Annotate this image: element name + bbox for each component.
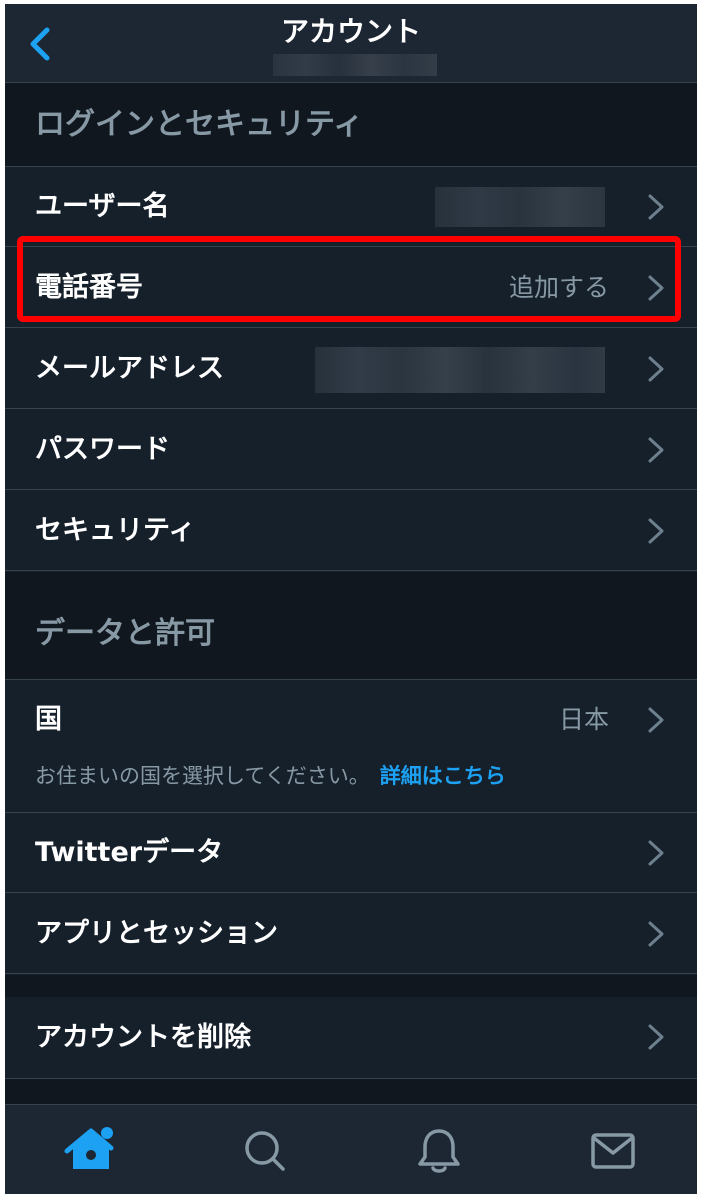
page-title: アカウント <box>280 15 421 48</box>
home-icon <box>64 1127 114 1169</box>
section-header-data-permissions: データと許可 <box>5 572 697 680</box>
row-label: アカウントを削除 <box>35 1022 251 1053</box>
tab-messages[interactable] <box>585 1123 641 1179</box>
row-label: Twitterデータ <box>35 837 224 868</box>
row-delete-account[interactable]: アカウントを削除 <box>5 997 697 1079</box>
section-header-login-security: ログインとセキュリティ <box>5 83 697 167</box>
chevron-right-icon <box>648 1024 664 1050</box>
row-label: 国 <box>35 704 62 735</box>
row-username[interactable]: ユーザー名 <box>5 167 697 247</box>
country-description-text: お住まいの国を選択してください。 <box>35 764 370 788</box>
row-password[interactable]: パスワード <box>5 410 697 490</box>
chevron-right-icon <box>648 840 664 866</box>
tab-search[interactable] <box>237 1123 293 1179</box>
mail-icon <box>591 1133 635 1169</box>
email-value-redacted <box>315 347 605 393</box>
username-subtitle-redacted <box>273 54 437 76</box>
row-country[interactable]: 国 日本 <box>5 680 697 813</box>
search-icon <box>245 1131 285 1171</box>
row-label: セキュリティ <box>35 515 196 546</box>
learn-more-link[interactable]: 詳細はこちら <box>380 764 506 788</box>
row-label: アプリとセッション <box>35 918 278 949</box>
row-email-address[interactable]: メールアドレス <box>5 329 697 409</box>
section-spacer <box>5 975 697 997</box>
chevron-right-icon <box>648 275 664 301</box>
row-apps-sessions[interactable]: アプリとセッション <box>5 894 697 974</box>
chevron-right-icon <box>648 921 664 947</box>
row-value: 追加する <box>508 273 609 302</box>
chevron-right-icon <box>648 518 664 544</box>
row-label: 電話番号 <box>35 272 143 303</box>
chevron-right-icon <box>648 707 664 733</box>
chevron-right-icon <box>648 194 664 220</box>
row-phone-number[interactable]: 電話番号 追加する <box>5 248 697 328</box>
section-spacer <box>5 1079 697 1104</box>
bell-icon <box>418 1129 460 1173</box>
country-description: お住まいの国を選択してください。 詳細はこちら <box>35 760 506 790</box>
tab-bar <box>5 1104 697 1194</box>
navigation-bar: アカウント <box>5 4 697 83</box>
account-screen: アカウント ログインとセキュリティ ユーザー名 電話番号 追加する メールアドレ… <box>5 4 697 1194</box>
row-label: パスワード <box>35 434 170 465</box>
chevron-right-icon <box>648 437 664 463</box>
row-label: ユーザー名 <box>35 191 170 222</box>
row-security[interactable]: セキュリティ <box>5 491 697 571</box>
username-value-redacted <box>435 187 605 227</box>
tab-notifications[interactable] <box>411 1123 467 1179</box>
chevron-right-icon <box>648 356 664 382</box>
row-label: メールアドレス <box>35 353 224 384</box>
row-twitter-data[interactable]: Twitterデータ <box>5 813 697 893</box>
row-value: 日本 <box>558 705 609 734</box>
tab-home[interactable] <box>63 1123 119 1179</box>
